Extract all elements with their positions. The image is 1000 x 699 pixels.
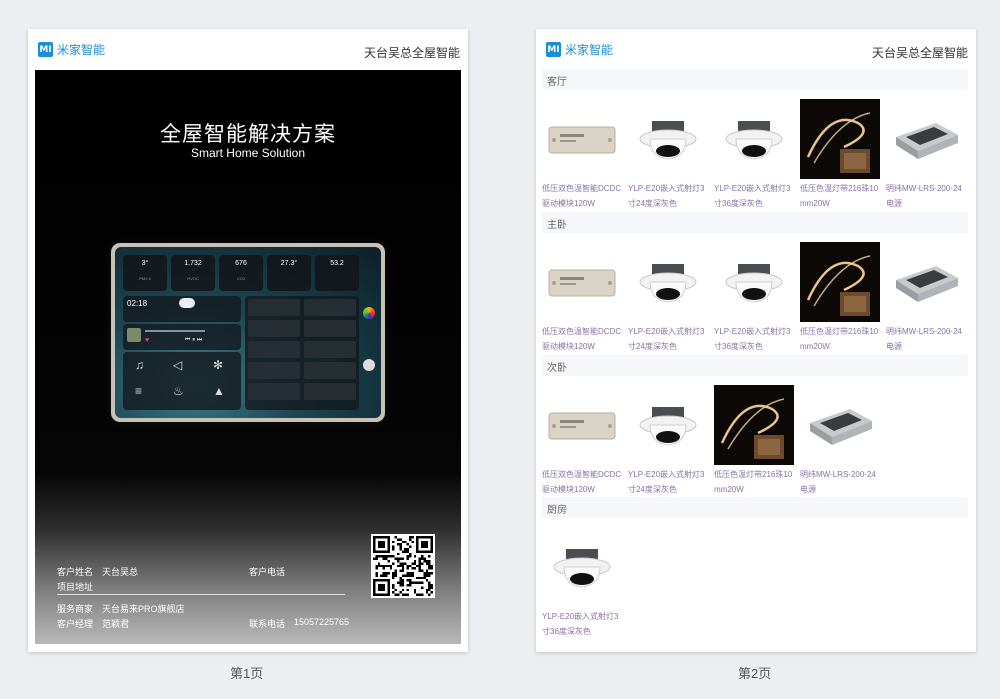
product-card[interactable]: 低压色温灯带216珠10mm20W (714, 385, 794, 497)
brand: MI 米家智能 (38, 41, 105, 58)
product-image (886, 242, 966, 322)
product-name: 低压色温灯带216珠10mm20W (800, 184, 879, 208)
product-image (800, 99, 880, 179)
brand: MI 米家智能 (546, 41, 613, 58)
product-image (542, 385, 622, 465)
product-name: 明纬MW-LRS-200-24电源 (886, 184, 962, 208)
page-header: MI 米家智能 天台吴总全屋智能 (28, 29, 468, 69)
product-card[interactable]: 低压双色温智能DCDC驱动模块120W (542, 99, 622, 211)
product-card[interactable]: YLP-E20嵌入式射灯3寸36度深灰色 (714, 242, 794, 354)
product-card[interactable]: YLP-E20嵌入式射灯3寸36度深灰色 (714, 99, 794, 211)
room-name: 客厅 (547, 77, 567, 88)
contact-label: 联系电话 (249, 619, 286, 629)
page-label-2: 第2页 (738, 666, 772, 681)
product-name: 明纬MW-LRS-200-24电源 (800, 470, 876, 494)
product-name: 低压双色温智能DCDC驱动模块120W (542, 184, 622, 208)
dealer-label: 服务商家 (57, 604, 94, 614)
product-card[interactable]: 明纬MW-LRS-200-24电源 (886, 99, 966, 211)
product-image (714, 99, 794, 179)
manager-label: 客户经理 (57, 619, 94, 629)
brand-name: 米家智能 (565, 43, 614, 57)
product-card[interactable]: 低压色温灯带216珠10mm20W (800, 99, 880, 211)
product-card[interactable]: YLP-E20嵌入式射灯3寸24度深灰色 (628, 242, 708, 354)
product-image (714, 385, 794, 465)
info-divider (57, 594, 345, 595)
room-name: 厨房 (547, 505, 567, 516)
room-header: 厨房 (542, 497, 968, 518)
product-card[interactable]: 明纬MW-LRS-200-24电源 (800, 385, 880, 497)
product-name: YLP-E20嵌入式射灯3寸36度深灰色 (714, 184, 791, 208)
product-card[interactable]: YLP-E20嵌入式射灯3寸24度深灰色 (628, 99, 708, 211)
product-image (800, 385, 880, 465)
product-image (714, 242, 794, 322)
project-address-label: 项目地址 (57, 582, 94, 592)
product-image (542, 527, 622, 607)
product-name: YLP-E20嵌入式射灯3寸36度深灰色 (542, 612, 619, 636)
page-label-1: 第1页 (230, 666, 264, 681)
product-name: YLP-E20嵌入式射灯3寸36度深灰色 (714, 327, 791, 351)
product-card[interactable]: YLP-E20嵌入式射灯3寸24度深灰色 (628, 385, 708, 497)
product-image (886, 99, 966, 179)
room-name: 次卧 (547, 363, 567, 374)
product-image (628, 385, 708, 465)
cover-image: 全屋智能解决方案 Smart Home Solution 3° PM2.5 1.7… (35, 70, 461, 644)
product-name: 低压双色温智能DCDC驱动模块120W (542, 327, 622, 351)
room-name: 主卧 (547, 220, 567, 231)
product-image (542, 99, 622, 179)
product-name: 低压双色温智能DCDC驱动模块120W (542, 470, 622, 494)
product-image (542, 242, 622, 322)
document-title: 天台吴总全屋智能 (871, 46, 968, 60)
room-header: 主卧 (542, 212, 968, 233)
product-card[interactable]: 低压双色温智能DCDC驱动模块120W (542, 385, 622, 497)
qr-code (371, 534, 435, 598)
product-name: YLP-E20嵌入式射灯3寸24度深灰色 (628, 184, 705, 208)
page-2[interactable]: MI 米家智能 天台吴总全屋智能 客厅 低压双色温智能DCDC驱动模块120W YL… (536, 29, 976, 652)
customer-phone-label: 客户电话 (249, 567, 286, 577)
product-name: YLP-E20嵌入式射灯3寸24度深灰色 (628, 470, 705, 494)
room-header: 客厅 (542, 69, 968, 90)
mi-logo-icon: MI (546, 42, 561, 57)
product-name: 低压色温灯带216珠10mm20W (714, 470, 793, 494)
customer-name-label: 客户姓名 (57, 567, 94, 577)
page-1[interactable]: MI 米家智能 天台吴总全屋智能 全屋智能解决方案 Smart Home Sol… (28, 29, 468, 652)
product-card[interactable]: 低压双色温智能DCDC驱动模块120W (542, 242, 622, 354)
room-header: 次卧 (542, 355, 968, 376)
contact-value: 15057225765 (294, 617, 350, 627)
document-title: 天台吴总全屋智能 (363, 46, 460, 60)
product-card[interactable]: 明纬MW-LRS-200-24电源 (886, 242, 966, 354)
brand-name: 米家智能 (57, 43, 106, 57)
page-header: MI 米家智能 天台吴总全屋智能 (536, 29, 976, 69)
product-name: YLP-E20嵌入式射灯3寸24度深灰色 (628, 327, 705, 351)
mi-logo-icon: MI (38, 42, 53, 57)
product-image (628, 99, 708, 179)
product-image (800, 242, 880, 322)
product-card[interactable]: YLP-E20嵌入式射灯3寸36度深灰色 (542, 527, 622, 639)
product-card[interactable]: 低压色温灯带216珠10mm20W (800, 242, 880, 354)
customer-name-value: 天台吴总 (102, 567, 139, 577)
dealer-value: 天台易来PRO旗舰店 (102, 604, 185, 614)
product-image (628, 242, 708, 322)
product-name: 低压色温灯带216珠10mm20W (800, 327, 879, 351)
manager-value: 范颖君 (102, 619, 130, 629)
product-name: 明纬MW-LRS-200-24电源 (886, 327, 962, 351)
